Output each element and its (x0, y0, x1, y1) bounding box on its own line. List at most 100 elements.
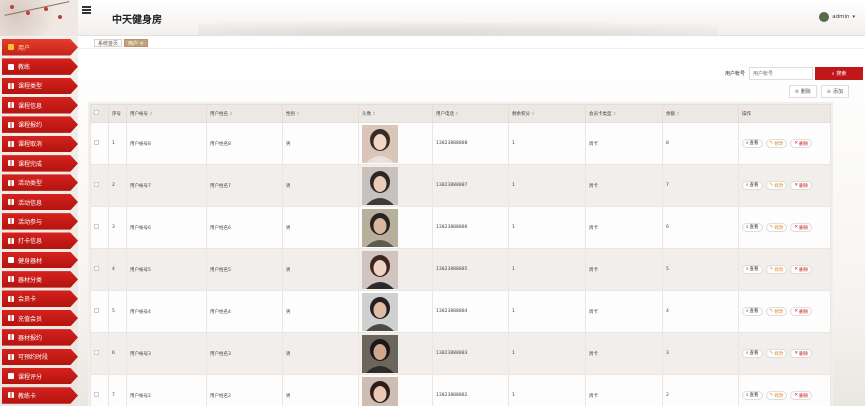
sidebar-item[interactable]: 器材分类 (2, 271, 78, 288)
cell-account: 用户帐号3 (126, 332, 207, 375)
col-header-actions: 操作 (738, 104, 831, 123)
edit-button[interactable]: ✎ 修改 (765, 349, 788, 359)
edit-label: 修改 (774, 267, 784, 273)
row-select[interactable] (90, 206, 109, 249)
edit-button[interactable]: ✎ 修改 (765, 391, 788, 401)
sidebar-menu: 用户教练课程类型课程信息课程报约课程取消课程完成活动类型活动信息活动参与打卡信息… (2, 39, 78, 406)
delete-button[interactable]: ✕ 删除 (790, 139, 813, 149)
view-button[interactable]: ⌕ 查看 (742, 390, 763, 400)
sidebar-item[interactable]: 打卡信息 (2, 232, 78, 249)
cell-phone: 13823888886 (432, 206, 509, 249)
view-label: 查看 (749, 309, 759, 315)
sidebar-item[interactable]: 课程完成 (2, 155, 78, 172)
view-button[interactable]: ⌕ 查看 (742, 306, 763, 316)
sidebar-item-label: 充值会员 (18, 315, 43, 323)
cell-actions: ⌕ 查看 ✎ 修改 ✕ 删除 (738, 122, 831, 165)
col-header-account[interactable]: 用户帐号⇕ (126, 104, 207, 123)
view-button[interactable]: ⌕ 查看 (742, 264, 763, 274)
sidebar-item[interactable]: 器材报约 (2, 329, 78, 346)
delete-button[interactable]: ✕ 删除 (790, 349, 813, 359)
view-button[interactable]: ⌕ 查看 (742, 180, 763, 190)
close-icon: ✕ (794, 183, 799, 189)
row-checkbox[interactable] (94, 140, 99, 145)
cell-points: 1 (508, 290, 586, 333)
sidebar: 用户教练课程类型课程信息课程报约课程取消课程完成活动类型活动信息活动参与打卡信息… (0, 0, 78, 406)
search-input[interactable] (749, 67, 813, 80)
user-menu[interactable]: admin ▾ (819, 12, 855, 22)
cell-name: 用户姓名7 (206, 164, 283, 207)
edit-button[interactable]: ✎ 修改 (765, 265, 788, 275)
sidebar-item[interactable]: 教练卡 (2, 387, 78, 404)
row-checkbox[interactable] (94, 392, 99, 397)
close-icon: ✕ (794, 309, 799, 315)
search-row: 用户帐号 ⌕ 搜索 (725, 67, 863, 80)
add-label: 添加 (832, 89, 843, 95)
col-header-phone[interactable]: 用户电话⇕ (432, 104, 509, 123)
row-select[interactable] (90, 248, 109, 291)
tag-home[interactable]: 系统首页 (94, 39, 123, 47)
edit-label: 修改 (774, 183, 784, 189)
cell-gender: 男 (282, 374, 359, 406)
col-header-avatar[interactable]: 头像⇕ (358, 104, 433, 123)
edit-label: 修改 (774, 141, 784, 147)
row-select[interactable] (90, 374, 109, 406)
row-select[interactable] (90, 164, 109, 207)
col-header-card[interactable]: 会员卡类型⇕ (585, 104, 663, 123)
delete-button[interactable]: ✕ 删除 (790, 307, 813, 317)
select-all-checkbox[interactable] (94, 110, 99, 115)
sidebar-item[interactable]: 充值会员 (2, 309, 78, 327)
row-select[interactable] (90, 290, 109, 333)
cell-index: 1 (108, 122, 127, 165)
tag-current[interactable]: 用户 ✕ (124, 39, 148, 47)
sidebar-item[interactable]: 用户 (2, 39, 78, 56)
view-button[interactable]: ⌕ 查看 (742, 348, 763, 358)
delete-button[interactable]: ✕ 删除 (790, 181, 813, 191)
col-header-points[interactable]: 剩余积分⇕ (508, 104, 586, 123)
row-checkbox[interactable] (94, 308, 99, 313)
col-header-gender[interactable]: 性别⇕ (282, 104, 359, 123)
sidebar-item[interactable]: 健身器材 (2, 251, 78, 269)
view-button[interactable]: ⌕ 查看 (742, 222, 763, 232)
sidebar-item[interactable]: 教练 (2, 58, 78, 75)
delete-label: 删除 (799, 183, 809, 189)
sidebar-item[interactable]: 会员卡 (2, 290, 78, 307)
hamburger-menu-icon[interactable] (82, 6, 91, 14)
edit-button[interactable]: ✎ 修改 (765, 139, 788, 149)
edit-button[interactable]: ✎ 修改 (765, 181, 788, 191)
edit-icon: ✎ (769, 225, 774, 231)
cell-balance: 7 (662, 164, 739, 207)
col-header-name[interactable]: 用户姓名⇕ (206, 104, 283, 123)
sidebar-item[interactable]: 课程信息 (2, 97, 78, 114)
edit-button[interactable]: ✎ 修改 (765, 307, 788, 317)
delete-button[interactable]: ✕ 删除 (790, 391, 813, 401)
col-header-balance[interactable]: 余额⇕ (662, 104, 739, 123)
sidebar-item[interactable]: 活动参与 (2, 213, 78, 230)
row-select[interactable] (90, 332, 109, 375)
bulk-delete-button[interactable]: ⊗ 删除 (788, 85, 817, 98)
view-button[interactable]: ⌕ 查看 (742, 138, 763, 148)
row-checkbox[interactable] (94, 266, 99, 271)
delete-button[interactable]: ✕ 删除 (790, 223, 813, 233)
row-checkbox[interactable] (94, 350, 99, 355)
add-button[interactable]: ⊕ 添加 (820, 85, 849, 98)
sidebar-item[interactable]: 可预约时段 (2, 348, 78, 365)
row-checkbox[interactable] (94, 224, 99, 229)
edit-label: 修改 (774, 309, 784, 315)
sidebar-item[interactable]: 课程取消 (2, 135, 78, 153)
blossom-decoration (10, 5, 14, 9)
table-row: 1 用户帐号8 用户姓名8 男 13823888888 1 周卡 8 ⌕ 查看 ✎ 修改 ✕ 删除 (90, 122, 831, 165)
sidebar-item[interactable]: 课程评分 (2, 367, 78, 385)
table-row: 3 用户帐号6 用户姓名6 男 13823888886 1 周卡 6 ⌕ 查看 ✎ 修改 ✕ 删除 (90, 206, 831, 249)
delete-button[interactable]: ✕ 删除 (790, 265, 813, 275)
cell-account: 用户帐号2 (126, 374, 207, 406)
row-select[interactable] (90, 122, 109, 165)
search-button[interactable]: ⌕ 搜索 (815, 67, 863, 80)
sidebar-item[interactable]: 活动类型 (2, 174, 78, 191)
edit-button[interactable]: ✎ 修改 (765, 223, 788, 233)
person-icon (8, 257, 14, 264)
select-all-header[interactable] (90, 104, 109, 123)
sidebar-item[interactable]: 课程类型 (2, 77, 78, 95)
sidebar-item[interactable]: 活动信息 (2, 193, 78, 211)
sidebar-item[interactable]: 课程报约 (2, 116, 78, 133)
row-checkbox[interactable] (94, 182, 99, 187)
